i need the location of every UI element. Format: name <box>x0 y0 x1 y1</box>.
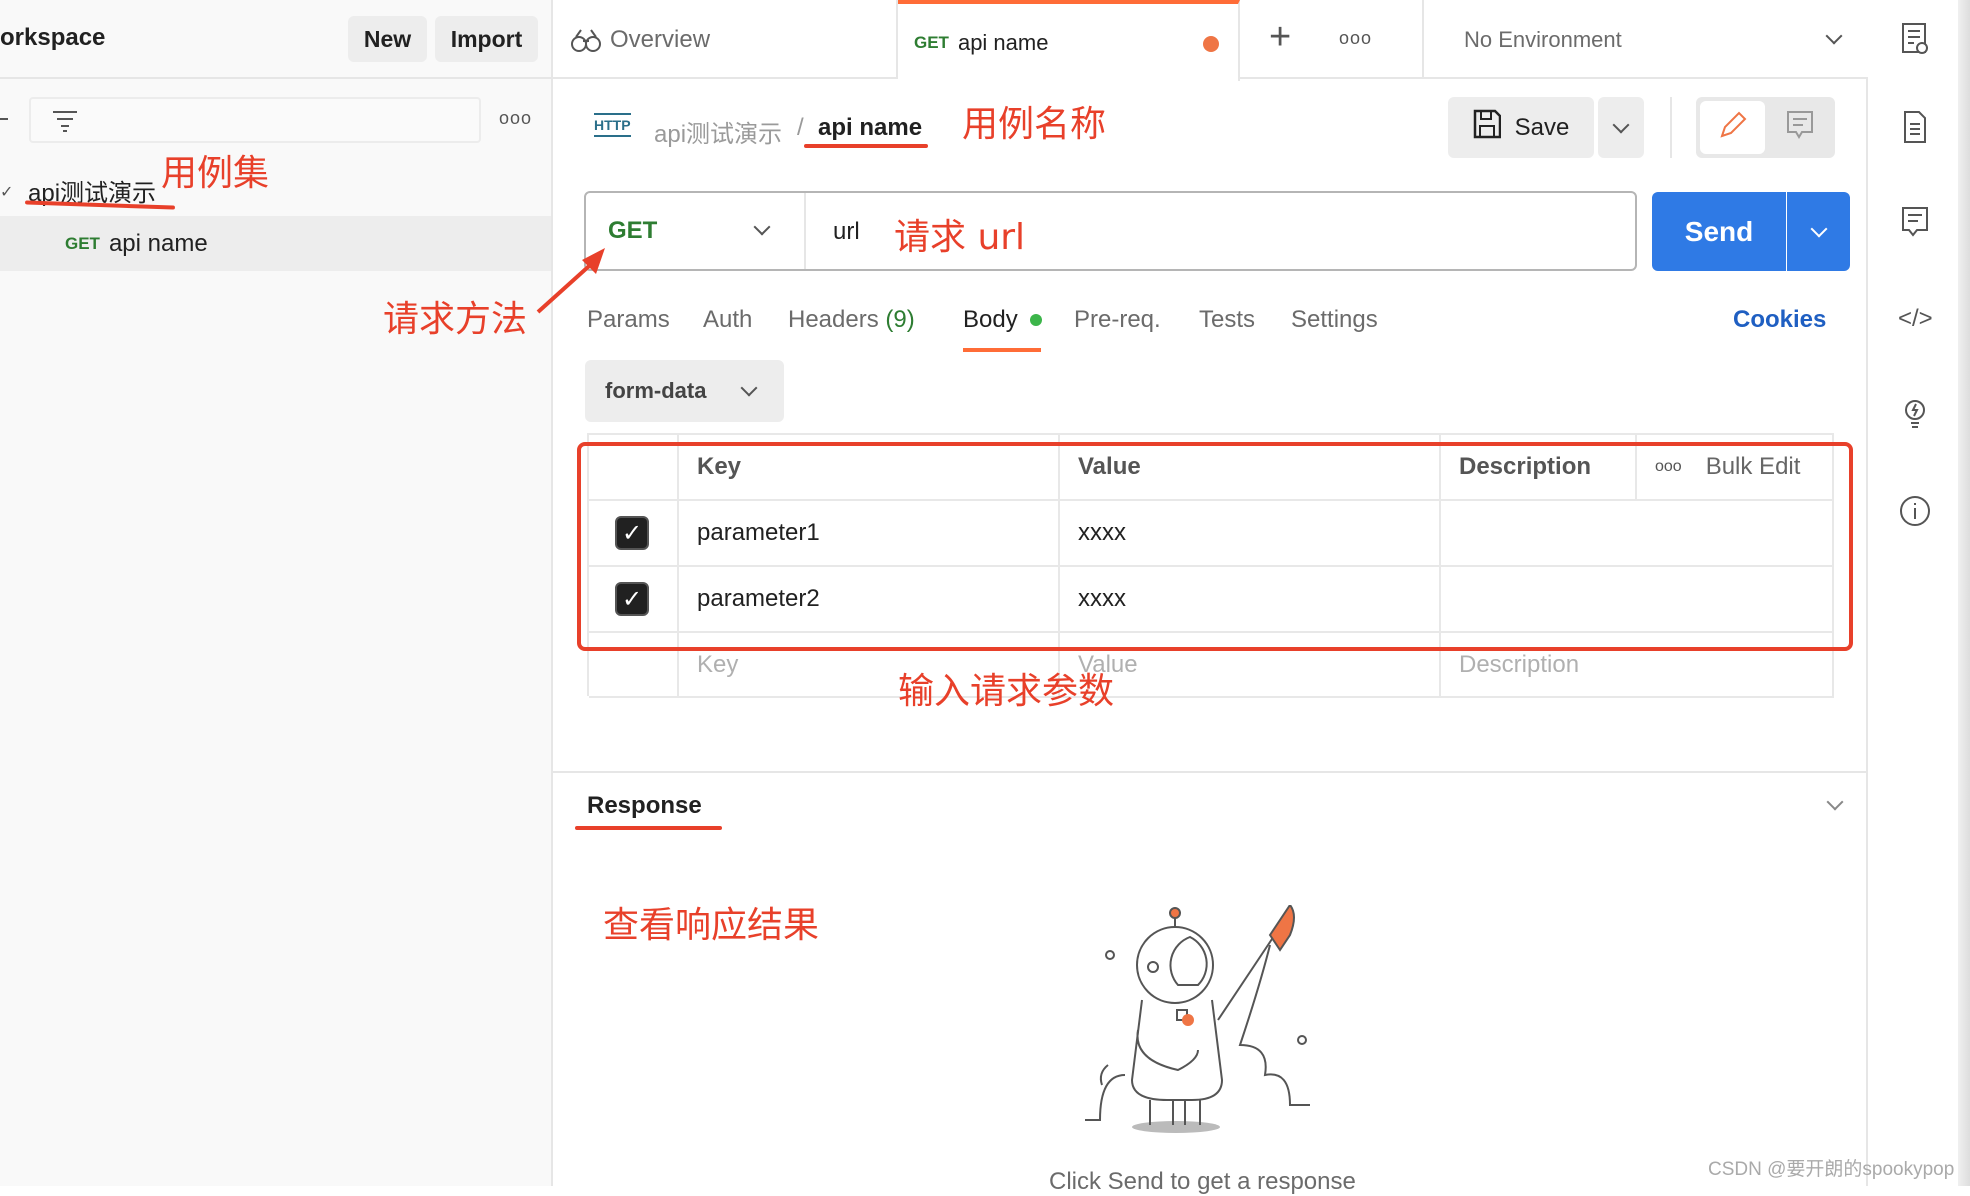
import-button[interactable]: Import <box>435 16 538 62</box>
annotation-underline <box>804 144 928 148</box>
annotation-url: 请求 url <box>894 217 1026 258</box>
response-collapse-chevron-icon[interactable] <box>1826 793 1844 811</box>
response-title: Response <box>587 792 702 819</box>
filter-icon <box>51 109 79 133</box>
annotation-response: 查看响应结果 <box>603 905 820 946</box>
send-dropdown-button[interactable] <box>1787 192 1850 271</box>
save-icon <box>1473 109 1501 146</box>
annotation-name: 用例名称 <box>962 104 1107 145</box>
active-tab-underline <box>963 348 1041 352</box>
annotation-arrow <box>536 248 605 314</box>
tab-headers[interactable]: Headers (9) <box>788 306 915 334</box>
collection-chevron-icon[interactable]: ✓ <box>0 182 13 202</box>
tab-active-request[interactable]: GET api name <box>898 0 1240 81</box>
chevron-down-icon <box>753 218 771 236</box>
unsaved-dot-icon <box>1203 36 1219 52</box>
code-icon[interactable]: </> <box>1898 302 1933 336</box>
environment-quick-look-icon[interactable] <box>1898 22 1932 56</box>
filter-input[interactable] <box>29 97 481 143</box>
right-rail <box>1866 79 1868 1186</box>
tab-settings[interactable]: Settings <box>1291 306 1378 334</box>
headers-count: (9) <box>885 306 915 333</box>
send-button[interactable]: Send <box>1652 192 1786 271</box>
add-icon[interactable] <box>0 118 8 120</box>
tab-auth[interactable]: Auth <box>703 306 752 334</box>
new-tab-icon[interactable]: + <box>1269 16 1291 59</box>
body-type-select[interactable]: form-data <box>585 360 784 422</box>
tab-prerequest[interactable]: Pre-req. <box>1074 306 1161 334</box>
chevron-down-icon <box>740 379 758 397</box>
tabs-more-icon[interactable]: ooo <box>1339 28 1372 49</box>
environment-select[interactable]: No Environment <box>1424 0 1868 79</box>
http-icon: HTTP <box>594 113 631 137</box>
comment-icon <box>1786 110 1814 145</box>
annotation-collection: 用例集 <box>161 153 270 194</box>
chevron-down-icon <box>1825 27 1843 45</box>
sidebar-more-icon[interactable]: ooo <box>499 108 532 129</box>
tab-method: GET <box>914 32 949 52</box>
sidebar-request-item[interactable]: GET api name <box>0 216 551 271</box>
cookies-link[interactable]: Cookies <box>1733 306 1826 334</box>
body-indicator-dot-icon <box>1030 314 1042 326</box>
response-divider <box>553 771 1866 773</box>
comments-icon[interactable] <box>1898 205 1932 239</box>
watermark: CSDN @要开朗的spookypop <box>1708 1159 1955 1180</box>
tab-name: api name <box>957 29 1049 55</box>
save-dropdown-button[interactable] <box>1598 97 1644 158</box>
response-illustration <box>1070 903 1360 1135</box>
documentation-icon[interactable] <box>1898 110 1932 144</box>
window-edge <box>1958 0 1970 1186</box>
lightbulb-icon[interactable] <box>1898 396 1932 430</box>
tab-tests[interactable]: Tests <box>1199 306 1255 334</box>
annotation-params-box <box>577 442 1853 651</box>
save-label: Save <box>1514 113 1570 141</box>
comment-mode-button[interactable] <box>1768 101 1832 154</box>
response-empty-text: Click Send to get a response <box>1049 1168 1356 1195</box>
tab-headers-label: Headers <box>788 306 879 333</box>
new-button[interactable]: New <box>348 16 427 62</box>
pencil-icon <box>1718 110 1748 145</box>
binoculars-icon <box>570 27 602 53</box>
breadcrumb-collection[interactable]: api测试演示 <box>654 114 782 149</box>
annotation-method: 请求方法 <box>383 299 528 340</box>
body-type-label: form-data <box>605 378 707 403</box>
url-input[interactable]: url <box>833 218 860 246</box>
chevron-down-icon <box>1612 116 1630 133</box>
chevron-down-icon <box>1810 220 1827 237</box>
tab-body[interactable]: Body <box>963 306 1018 334</box>
tab-overview-label: Overview <box>610 25 711 53</box>
breadcrumb-request[interactable]: api name <box>818 114 922 142</box>
edit-mode-button[interactable] <box>1700 101 1765 154</box>
toolbar-divider <box>1670 97 1672 158</box>
environment-label: No Environment <box>1464 26 1622 52</box>
request-name: api name <box>108 229 208 257</box>
breadcrumb-separator: / <box>797 114 804 141</box>
info-icon[interactable] <box>1898 494 1932 528</box>
annotation-underline <box>575 826 722 830</box>
tab-overview[interactable]: Overview <box>554 0 898 79</box>
workspace-title: orkspace <box>0 24 106 51</box>
annotation-params: 输入请求参数 <box>898 671 1115 712</box>
save-button[interactable]: Save <box>1448 97 1594 158</box>
request-method-badge: GET <box>65 233 100 253</box>
